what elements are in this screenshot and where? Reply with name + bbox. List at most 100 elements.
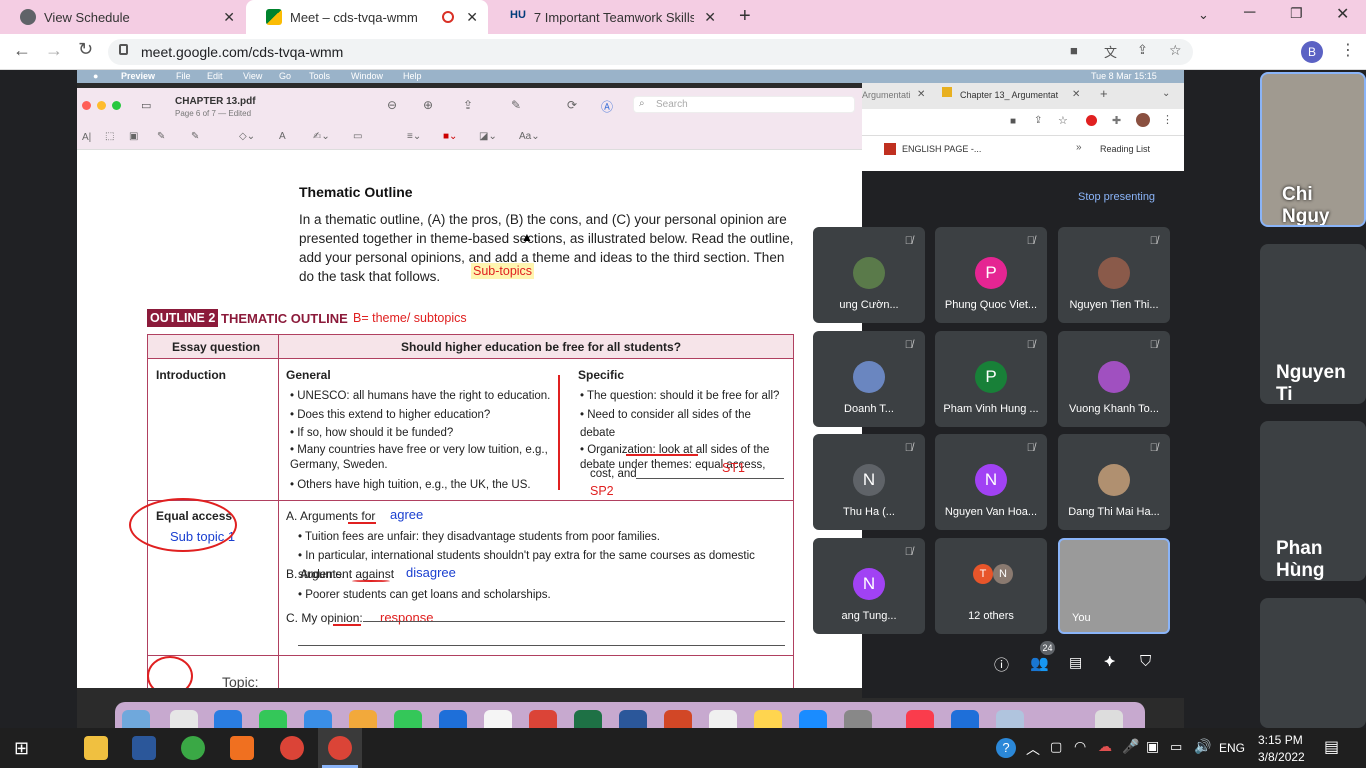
- participant-tile: 🎙̸ Dang Thi Mai Ha...: [1058, 434, 1170, 530]
- microphone-icon[interactable]: 🎤: [1122, 738, 1139, 755]
- participant-name: Pham Vinh Hung ...: [943, 403, 1039, 415]
- annotation-line: [558, 375, 560, 490]
- side-tile-presenter[interactable]: Chi Nguy: [1260, 72, 1366, 227]
- share-icon: ⇪: [463, 98, 474, 112]
- mac-zoom-dot: [112, 101, 121, 110]
- participant-name: Nguyen Van Hoa...: [944, 506, 1038, 518]
- participant-tile: 🎙̸ ung Cườn...: [813, 227, 925, 323]
- tab-meet[interactable]: Meet – cds-tvqa-wmm ✕: [246, 0, 488, 34]
- sidebar-icon: ▭: [141, 100, 152, 112]
- recording-icon: [442, 11, 454, 23]
- participant-name: Chi Nguy: [1282, 184, 1330, 227]
- mic-off-icon: 🎙̸: [904, 235, 913, 247]
- menu-preview: Preview: [121, 71, 156, 81]
- vpn-icon[interactable]: ☁: [1098, 738, 1112, 755]
- tab-search-icon[interactable]: ⌄: [1198, 7, 1209, 23]
- participant-tile: 🎙̸ P Phung Quoc Viet...: [935, 227, 1047, 323]
- mic-off-icon: 🎙̸: [1026, 235, 1035, 247]
- meet-now-icon[interactable]: ▢: [1050, 739, 1062, 755]
- annotation-underline: [333, 624, 361, 626]
- help-icon[interactable]: ?: [996, 738, 1016, 758]
- list-item: The question: should it be free for all?: [580, 387, 785, 406]
- apple-icon: ●: [93, 71, 99, 81]
- camera-icon[interactable]: ■: [1070, 43, 1078, 58]
- powerpoint-icon: [664, 710, 692, 728]
- host-controls-icon: ⛉: [1140, 653, 1152, 670]
- general-list: UNESCO: all humans have the right to edu…: [290, 387, 558, 494]
- address-bar[interactable]: meet.google.com/cds-tvqa-wmm ☆ ⇪ ⽂ ■: [108, 39, 1193, 65]
- taskbar-active-app[interactable]: [318, 728, 362, 768]
- notifications-icon[interactable]: ▤: [1324, 737, 1339, 757]
- network-icon[interactable]: ◠: [1074, 738, 1086, 755]
- markup-toolbar: A| ⬚ ▣ ✎ ✎ ◇⌄ A ✍⌄ ▭ ≡⌄ ■⌄ ◪⌄ Aa⌄: [77, 128, 862, 148]
- minimize-icon[interactable]: ─: [1244, 4, 1255, 22]
- tab-teamwork[interactable]: HU 7 Important Teamwork Skills You ✕: [490, 0, 726, 34]
- font-icon: Aa⌄: [519, 131, 540, 142]
- url-text[interactable]: meet.google.com/cds-tvqa-wmm: [141, 44, 343, 60]
- star-icon[interactable]: ☆: [1169, 42, 1182, 59]
- window-close-icon[interactable]: ✕: [1336, 4, 1349, 24]
- col-essay: Essay question: [172, 340, 261, 354]
- note-icon: ▭: [353, 131, 363, 142]
- participant-tile: 🎙̸ P Pham Vinh Hung ...: [935, 331, 1047, 427]
- mic-off-icon: 🎙̸: [1026, 442, 1035, 454]
- taskbar-date[interactable]: 3/8/2022: [1258, 750, 1305, 764]
- menu-icon[interactable]: ⋮: [1340, 40, 1356, 60]
- word-icon[interactable]: [132, 736, 156, 760]
- reload-icon[interactable]: ↻: [78, 39, 93, 60]
- file-explorer-icon[interactable]: [84, 736, 108, 760]
- general-head: General: [286, 368, 331, 382]
- new-tab-icon[interactable]: +: [739, 5, 751, 28]
- avatar: [1098, 257, 1130, 289]
- translate-icon[interactable]: ⽂: [1104, 42, 1117, 61]
- avatar: [853, 361, 885, 393]
- participant-tile: 🎙̸ Nang Tung...: [813, 538, 925, 634]
- back-icon[interactable]: ←: [13, 40, 31, 61]
- chevron-up-icon[interactable]: ︿: [1026, 739, 1040, 759]
- forward-icon[interactable]: →: [45, 40, 63, 61]
- tab-view-schedule[interactable]: View Schedule ✕: [0, 0, 245, 34]
- share-icon[interactable]: ⇪: [1137, 42, 1148, 58]
- pdf-icon[interactable]: [230, 736, 254, 760]
- pdf-subtitle: Page 6 of 7 — Edited: [175, 109, 252, 118]
- close-icon[interactable]: ✕: [223, 9, 235, 26]
- people-count-badge: 24: [1040, 641, 1055, 655]
- side-tile[interactable]: Phan Hùng: [1260, 421, 1366, 581]
- windows-start-icon[interactable]: ⊞: [14, 738, 29, 759]
- preview-toolbar: ▭ CHAPTER 13.pdf Page 6 of 7 — Edited ⊖ …: [77, 88, 862, 150]
- redact-icon: ▣: [129, 131, 139, 142]
- chat-icon: ▤: [1069, 654, 1083, 670]
- taskbar-time[interactable]: 3:15 PM: [1258, 733, 1303, 747]
- language-indicator[interactable]: ENG: [1219, 741, 1245, 755]
- side-tile[interactable]: [1260, 598, 1366, 728]
- mac-tab: Argumentati: [862, 90, 911, 100]
- facetime-icon: [394, 710, 422, 728]
- avatar: T: [973, 564, 993, 584]
- chrome-icon[interactable]: [280, 736, 304, 760]
- list-item: If so, how should it be funded?: [290, 424, 558, 443]
- restore-icon[interactable]: ❐: [1290, 5, 1303, 22]
- app-icon[interactable]: [181, 736, 205, 760]
- tab-title: View Schedule: [44, 9, 130, 25]
- profile-avatar[interactable]: B: [1301, 41, 1323, 63]
- participant-name: Phan Hùng: [1276, 538, 1325, 581]
- participant-tile: 🎙̸ N Nguyen Van Hoa...: [935, 434, 1047, 530]
- specific-list: The question: should it be free for all?…: [580, 387, 785, 473]
- display-icon[interactable]: ▣: [1146, 738, 1159, 755]
- divider: [862, 135, 1184, 136]
- annotation-agree: agree: [390, 507, 424, 522]
- lock-icon: [119, 44, 128, 55]
- close-icon[interactable]: ✕: [704, 9, 716, 26]
- textbox-icon: A: [279, 131, 286, 142]
- side-tile[interactable]: Nguyen Ti: [1260, 244, 1366, 404]
- mic-off-icon: 🎙̸: [904, 442, 913, 454]
- zoom-out-icon: ⊖: [387, 98, 398, 112]
- battery-icon[interactable]: ▭: [1170, 739, 1182, 755]
- fill-color-icon: ◪⌄: [479, 131, 497, 142]
- avatar: N: [853, 464, 885, 496]
- menu-go: Go: [279, 71, 292, 81]
- volume-icon[interactable]: 🔊: [1194, 738, 1211, 755]
- notes-icon: [754, 710, 782, 728]
- mac-meet-panel: Stop presenting 🎙̸ ung Cườn... 🎙̸ P Phung Qu…: [813, 171, 1184, 698]
- close-icon[interactable]: ✕: [466, 9, 478, 26]
